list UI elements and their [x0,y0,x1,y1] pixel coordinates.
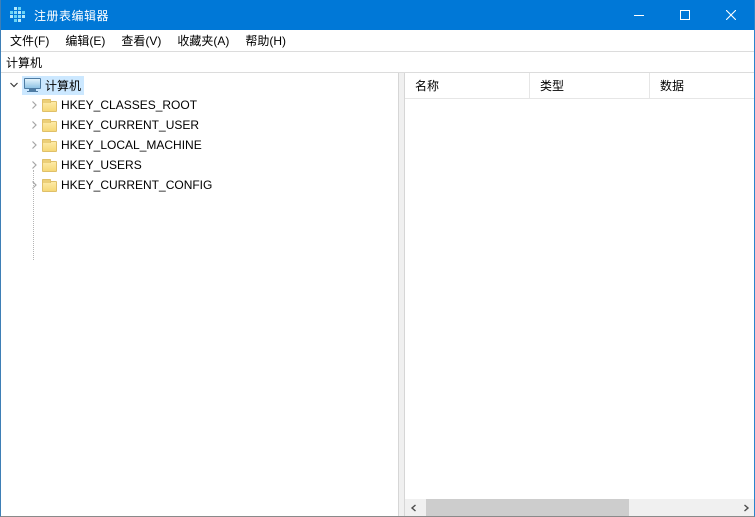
tree-item-label: HKEY_CURRENT_CONFIG [61,178,212,192]
list-pane: 名称 类型 数据 [405,73,754,516]
registry-editor-window: 注册表编辑器 文件(F) 编辑(E) 查看(V) 收藏夹(A) 帮助(H) 计算… [0,0,755,517]
scroll-left-button[interactable] [405,499,422,516]
tree-guide-line [33,170,34,260]
tree-item-label: 计算机 [45,77,81,94]
menu-item-favorites[interactable]: 收藏夹(A) [169,30,237,51]
minimize-button[interactable] [616,0,662,30]
chevron-down-icon[interactable] [8,79,20,91]
menu-item-edit[interactable]: 编辑(E) [57,30,113,51]
scroll-right-icon [742,504,750,512]
maximize-button[interactable] [662,0,708,30]
folder-icon [42,121,57,132]
tree-item-label: HKEY_CURRENT_USER [61,118,199,132]
address-text: 计算机 [6,54,42,71]
column-header-type[interactable]: 类型 [530,73,650,98]
computer-icon [24,78,41,93]
tree-item-label: HKEY_LOCAL_MACHINE [61,138,202,152]
folder-icon [42,181,57,192]
list-body [405,99,754,516]
chevron-right-icon[interactable] [28,119,40,131]
scrollbar-track[interactable] [422,499,737,516]
main-area: 计算机 HKEY_CLASSES_ROOT HKEY_CURRENT_USER [1,73,754,516]
tree-item-computer[interactable]: 计算机 [1,75,398,95]
chevron-right-icon[interactable] [28,99,40,111]
tree-item-hkey-classes-root[interactable]: HKEY_CLASSES_ROOT [1,95,398,115]
tree-item-label: HKEY_CLASSES_ROOT [61,98,197,112]
horizontal-scrollbar [405,499,754,516]
chevron-right-icon[interactable] [28,159,40,171]
menu-item-file[interactable]: 文件(F) [2,30,57,51]
list-header: 名称 类型 数据 [405,73,754,99]
maximize-icon [680,10,690,20]
caption-buttons [616,0,754,30]
scrollbar-thumb[interactable] [426,499,629,516]
tree-item-hkey-users[interactable]: HKEY_USERS [1,155,398,175]
chevron-right-icon[interactable] [28,139,40,151]
menubar: 文件(F) 编辑(E) 查看(V) 收藏夹(A) 帮助(H) [1,30,754,52]
tree-item-label: HKEY_USERS [61,158,142,172]
selection-highlight: 计算机 [22,76,84,95]
close-icon [726,10,736,20]
scroll-left-icon [410,504,418,512]
column-header-data[interactable]: 数据 [650,73,754,98]
tree-item-hkey-local-machine[interactable]: HKEY_LOCAL_MACHINE [1,135,398,155]
address-bar[interactable]: 计算机 [1,52,754,73]
titlebar: 注册表编辑器 [1,0,754,30]
chevron-right-icon[interactable] [28,179,40,191]
tree-pane: 计算机 HKEY_CLASSES_ROOT HKEY_CURRENT_USER [1,73,398,516]
column-header-label: 数据 [660,77,684,94]
tree-item-hkey-current-config[interactable]: HKEY_CURRENT_CONFIG [1,175,398,195]
folder-icon [42,161,57,172]
column-header-label: 名称 [415,77,439,94]
menu-item-view[interactable]: 查看(V) [113,30,169,51]
minimize-icon [634,10,644,20]
pane-splitter[interactable] [398,73,405,516]
folder-icon [42,141,57,152]
folder-icon [42,101,57,112]
close-button[interactable] [708,0,754,30]
registry-icon [10,7,26,23]
window-title: 注册表编辑器 [34,7,109,24]
tree-item-hkey-current-user[interactable]: HKEY_CURRENT_USER [1,115,398,135]
menu-item-help[interactable]: 帮助(H) [237,30,294,51]
column-header-name[interactable]: 名称 [405,73,530,98]
scroll-right-button[interactable] [737,499,754,516]
column-header-label: 类型 [540,77,564,94]
